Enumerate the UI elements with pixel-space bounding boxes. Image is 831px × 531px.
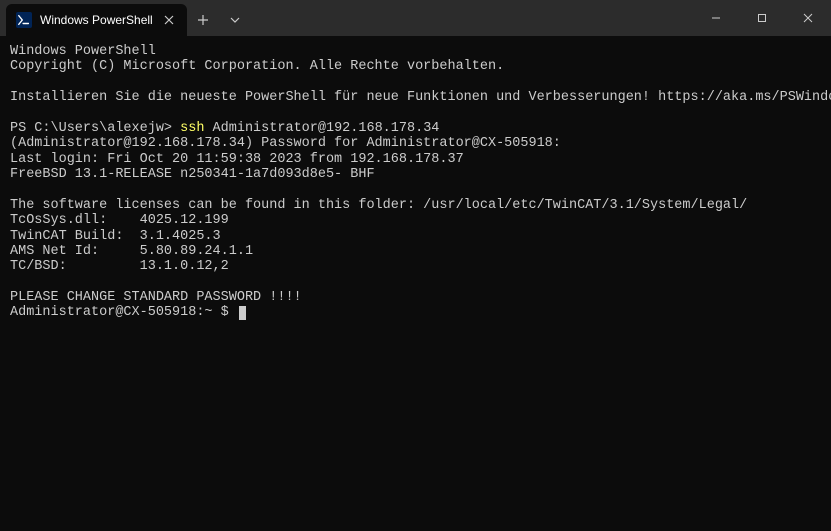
info-ams: AMS Net Id: 5.80.89.24.1.1	[10, 244, 253, 259]
shell-prompt: Administrator@CX-505918:~ $	[10, 305, 237, 320]
ps-prompt: PS C:\Users\alexejw>	[10, 121, 180, 136]
terminal-viewport[interactable]: Windows PowerShell Copyright (C) Microso…	[0, 36, 831, 329]
install-hint: Installieren Sie die neueste PowerShell …	[10, 90, 831, 105]
tab-powershell[interactable]: Windows PowerShell	[6, 4, 187, 36]
cursor	[239, 306, 246, 320]
ssh-args: Administrator@192.168.178.34	[204, 121, 439, 136]
window-titlebar: Windows PowerShell	[0, 0, 831, 36]
window-controls	[693, 0, 831, 36]
license-line: The software licenses can be found in th…	[10, 198, 747, 213]
minimize-button[interactable]	[693, 0, 739, 36]
freebsd-line: FreeBSD 13.1-RELEASE n250341-1a7d093d8e5…	[10, 167, 375, 182]
maximize-button[interactable]	[739, 0, 785, 36]
password-warning: PLEASE CHANGE STANDARD PASSWORD !!!!	[10, 290, 302, 305]
info-tcbsd: TC/BSD: 13.1.0.12,2	[10, 259, 229, 274]
header-line-2: Copyright (C) Microsoft Corporation. All…	[10, 59, 504, 74]
titlebar-drag-region[interactable]	[251, 0, 693, 36]
tab-title: Windows PowerShell	[40, 13, 153, 27]
info-build: TwinCAT Build: 3.1.4025.3	[10, 229, 221, 244]
header-line-1: Windows PowerShell	[10, 44, 156, 59]
info-tcossys: TcOsSys.dll: 4025.12.199	[10, 213, 229, 228]
tab-close-button[interactable]	[161, 12, 177, 28]
close-button[interactable]	[785, 0, 831, 36]
powershell-icon	[16, 12, 32, 28]
last-login-line: Last login: Fri Oct 20 11:59:38 2023 fro…	[10, 152, 464, 167]
new-tab-button[interactable]	[187, 4, 219, 36]
ssh-command: ssh	[180, 121, 204, 136]
tab-dropdown-button[interactable]	[219, 4, 251, 36]
tab-strip: Windows PowerShell	[0, 0, 251, 36]
password-prompt: (Administrator@192.168.178.34) Password …	[10, 136, 561, 151]
